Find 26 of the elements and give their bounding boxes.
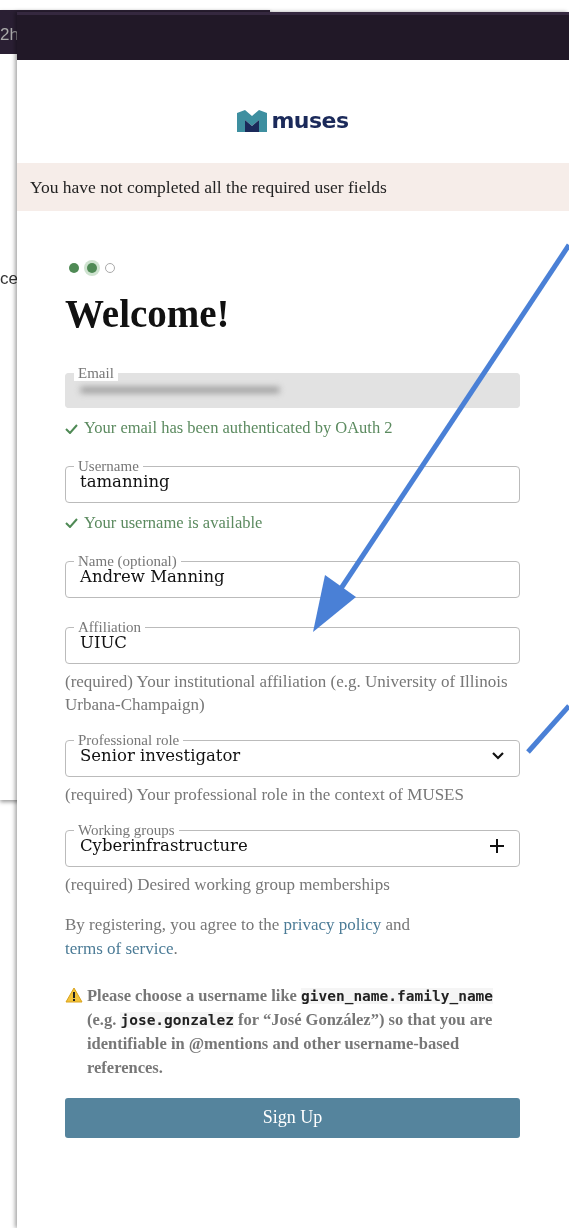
sign-up-button[interactable]: Sign Up	[65, 1097, 520, 1138]
help-text: (required) Your professional role in the context of MUSES	[65, 784, 465, 807]
form-field[interactable]: Working groups Cyberinfrastructure	[65, 823, 520, 868]
policy-link[interactable]: terms of service	[65, 939, 174, 959]
plus-icon	[489, 838, 505, 855]
policy-link[interactable]: privacy policy	[283, 914, 382, 934]
page-heading: Welcome!	[65, 293, 231, 337]
warning-icon	[65, 987, 83, 1004]
alert-text: You have not completed all the required user fields	[30, 177, 387, 197]
logo-text: muses	[271, 109, 349, 132]
logo-icon	[237, 109, 268, 132]
help-text: (required) Your institutional affiliation (e.g. University of Illinois Urbana-Champaign)	[65, 670, 509, 717]
help-text: (required) Desired working group memberships	[65, 874, 391, 897]
form-field[interactable]: Email	[65, 366, 520, 409]
warning-text: Please choose a username like given_name.family_name (e.g. jose.gonzalez for “José González”) so that you are identifiable in @mentions and other username-based references.	[87, 985, 495, 1079]
check-icon	[65, 423, 78, 434]
annotation-line	[526, 704, 569, 754]
success-text: Your email has been authenticated by OAuth 2	[84, 417, 393, 440]
form-field[interactable]: Professional role Senior investigator	[65, 733, 520, 778]
agreement-text: By registering, you agree to the privacy policy and terms of service.	[65, 913, 412, 961]
check-icon	[65, 518, 78, 529]
success-text: Your username is available	[84, 511, 263, 534]
form-field[interactable]: Username tamanning	[65, 458, 520, 503]
form-field[interactable]: Affiliation UIUC	[65, 619, 520, 664]
page-text: ce	[0, 269, 18, 288]
chevron-down-icon	[491, 751, 505, 762]
